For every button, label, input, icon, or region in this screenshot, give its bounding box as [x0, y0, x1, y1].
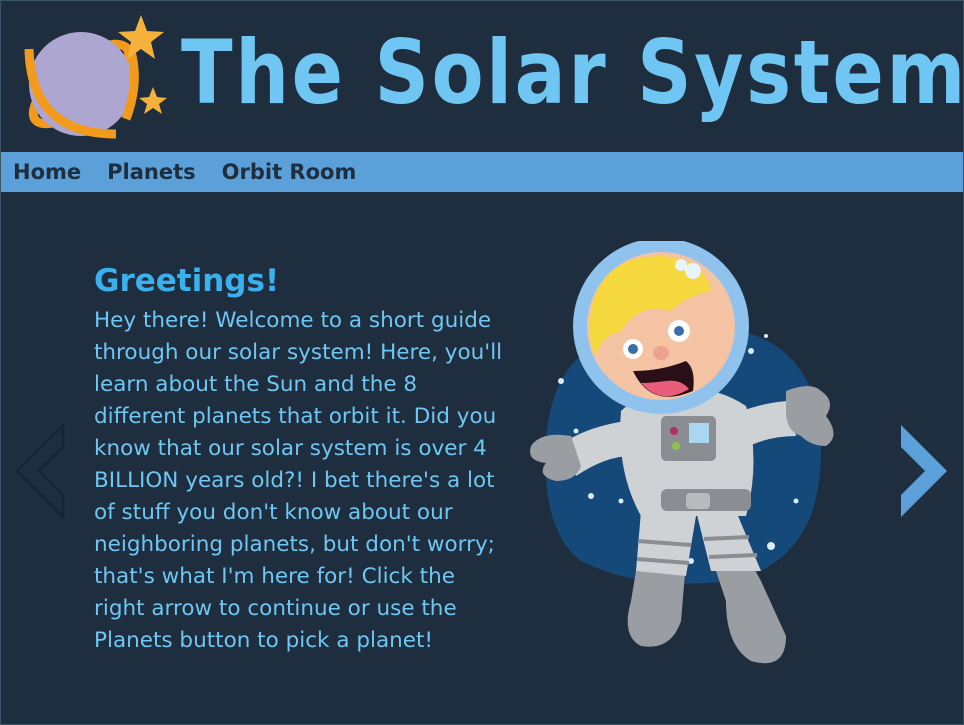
planet-with-stars-icon: [24, 15, 167, 139]
nav-home[interactable]: Home: [13, 160, 81, 184]
intro-text: Hey there! Welcome to a short guide thro…: [94, 308, 503, 653]
astronaut-illustration: [530, 241, 834, 664]
intro-section: Greetings! Hey there! Welcome to a short…: [94, 261, 514, 657]
chevron-left-icon[interactable]: [13, 421, 67, 521]
nav-orbit-room[interactable]: Orbit Room: [222, 160, 357, 184]
page-frame: The Solar System Home Planets Orbit Room…: [0, 0, 964, 725]
chevron-right-icon[interactable]: [897, 421, 951, 521]
greeting-heading: Greetings!: [94, 263, 280, 299]
site-title: The Solar System: [181, 21, 964, 124]
nav-bar: Home Planets Orbit Room: [1, 152, 963, 192]
nav-planets[interactable]: Planets: [107, 160, 196, 184]
site-header: The Solar System: [1, 1, 963, 151]
